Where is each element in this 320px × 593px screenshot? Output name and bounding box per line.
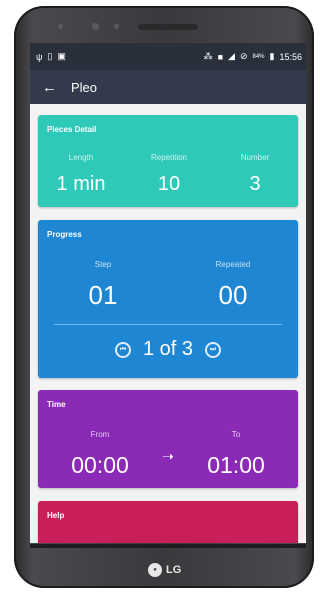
battery-percent: 84% [252,53,265,60]
step-value: 01 [88,280,118,310]
app-screen: ψ ▯ ▣ ⁂ ■ ◢ ⊘ 84% ▮ 15:56 ← Pleo Pieces … [30,43,306,543]
step-pager: ⏮ 1 of 3 ⏭ [38,338,298,361]
card-title: Progress [47,230,82,239]
phone-top-bezel [18,10,306,40]
from-label: From [90,430,110,439]
card-title: Time [47,400,66,409]
to-value: 01:00 [207,452,265,478]
help-card[interactable]: Help [38,501,298,543]
brand-label: LG [166,564,182,576]
step-label: Step [94,260,112,269]
notification-icon: ■ [217,51,224,62]
toolbar-title: Pleo [71,79,98,95]
earpiece-speaker [138,24,198,30]
number-value: 3 [249,173,261,195]
image-icon: ▣ [57,51,66,61]
vibrate-icon: ⁂ [203,51,213,61]
repetition-value: 10 [157,173,181,195]
battery-icon: ▮ [269,51,275,61]
status-time: 15:56 [279,51,302,62]
signal-icon: ◢ [228,51,235,61]
divider [54,324,282,325]
repeated-value: 00 [218,280,248,310]
camera-dot [92,23,99,30]
from-value: 00:00 [71,452,129,478]
repeated-label: Repeated [215,260,251,269]
pager-text: 1 of 3 [142,338,194,360]
skip-next-icon[interactable]: ⏭ [205,341,222,358]
number-label: Number [240,153,270,162]
status-bar: ψ ▯ ▣ ⁂ ■ ◢ ⊘ 84% ▮ 15:56 [30,43,306,70]
skip-previous-icon[interactable]: ⏮ [114,341,131,358]
sensor-dot [114,24,119,29]
sensor-dot [58,24,63,29]
lg-emblem-icon: ● [148,563,162,577]
time-card[interactable]: Time From 00:00 ➝ To 01:00 [38,390,298,488]
progress-card: Progress Step 01 Repeated 00 ⏮ 1 of 3 ⏭ [38,220,298,378]
length-value: 1 min [56,173,106,195]
to-label: To [231,430,241,439]
phone-chin [30,544,306,548]
usb-icon: ψ [36,51,43,62]
arrow-left-icon[interactable]: ← [42,79,57,96]
card-title: Pieces Detail [47,125,97,134]
lg-logo: ● LG [148,563,181,577]
length-label: Length [68,153,94,162]
repetition-label: Repetition [150,153,188,162]
sim-icon: ▯ [47,51,53,61]
card-title: Help [47,511,65,520]
app-toolbar: ← Pleo [30,70,306,104]
no-disturb-icon: ⊘ [239,51,248,61]
arrow-right-icon: ➝ [162,448,174,464]
pieces-detail-card[interactable]: Pieces Detail Length 1 min Repetition 10… [38,115,298,207]
